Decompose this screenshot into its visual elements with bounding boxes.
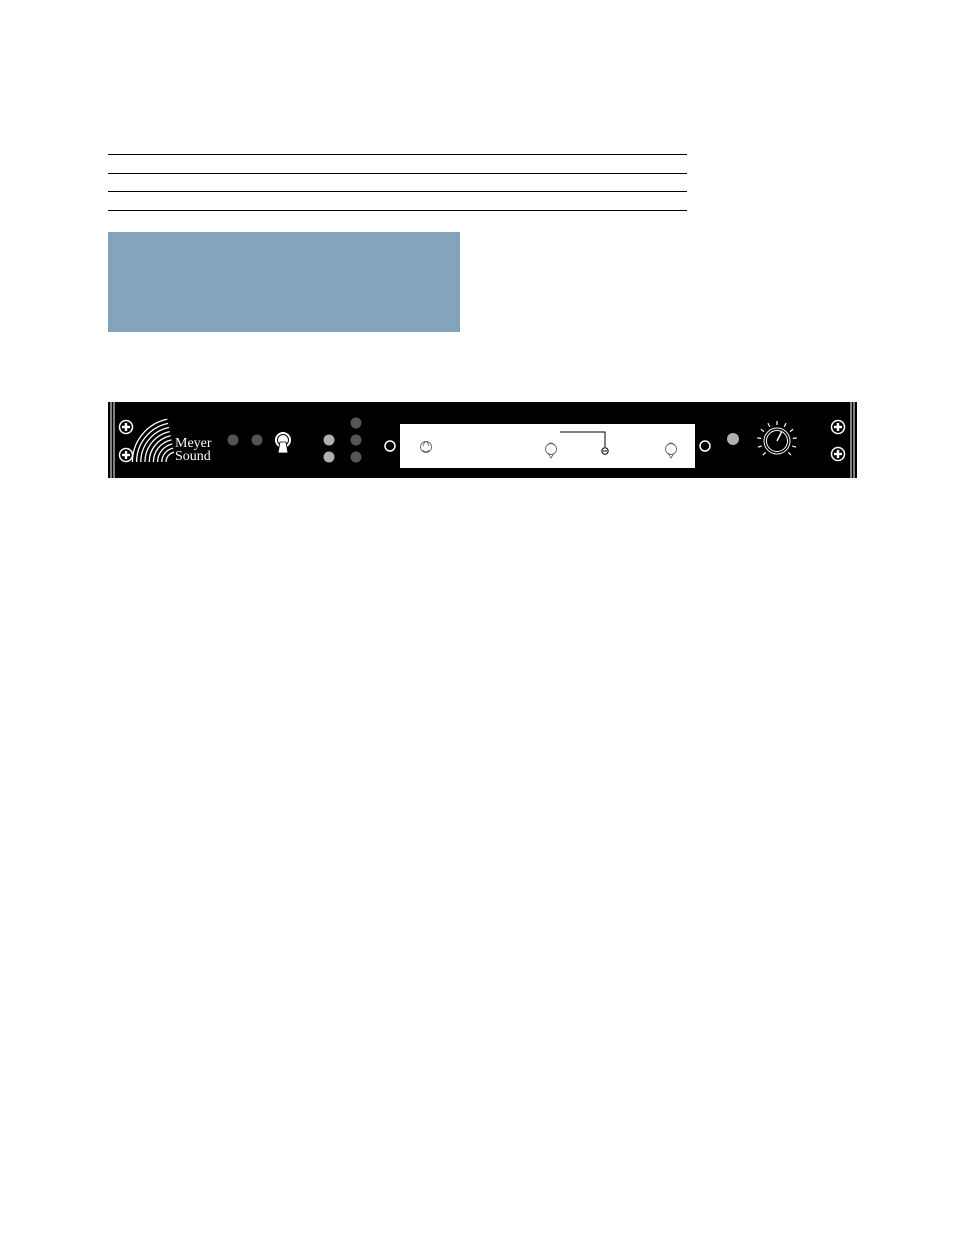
matrix-led <box>323 434 335 446</box>
knob-tick <box>792 445 797 448</box>
rack-screw-icon <box>830 419 846 435</box>
meyer-sound-logo-icon <box>131 418 175 463</box>
logo-arc <box>161 447 174 463</box>
knob-tick <box>789 428 794 433</box>
brand-line-2: Sound <box>175 449 211 464</box>
matrix-led <box>350 434 362 446</box>
matrix-led <box>350 451 362 463</box>
knob-pointer <box>776 430 783 442</box>
table-rule-2 <box>108 173 687 174</box>
front-panel: Meyer Sound <box>108 402 857 478</box>
knob-tick <box>762 451 767 456</box>
table-rule-3 <box>108 191 687 192</box>
knob-tick <box>760 428 765 433</box>
control-window <box>400 424 695 468</box>
table-rule-4 <box>108 210 687 211</box>
rack-screw-icon <box>118 419 134 435</box>
panel-right-edge <box>850 402 855 478</box>
matrix-led <box>350 417 362 429</box>
power-switch[interactable] <box>275 432 291 454</box>
ring-indicator-icon <box>699 440 711 452</box>
status-led <box>727 433 739 445</box>
logo-arc <box>165 451 175 463</box>
knob-tick <box>757 445 762 448</box>
ring-indicator-icon <box>384 440 396 452</box>
level-knob[interactable] <box>757 421 797 456</box>
table-rule-1 <box>108 154 687 155</box>
knob-tick <box>757 437 762 440</box>
panel-left-edge <box>110 402 115 478</box>
knob-tick <box>792 437 797 440</box>
knob-tick <box>783 422 787 428</box>
rack-screw-icon <box>830 446 846 462</box>
front-panel-drawing: Meyer Sound <box>110 402 855 478</box>
knob-tick <box>767 422 771 428</box>
status-led <box>251 434 263 446</box>
knob-tick <box>787 451 792 456</box>
rack-screw-icon <box>118 447 134 463</box>
status-led <box>227 434 239 446</box>
note-box <box>108 232 460 332</box>
matrix-led <box>323 451 335 463</box>
ground-screw-icon <box>601 447 609 455</box>
